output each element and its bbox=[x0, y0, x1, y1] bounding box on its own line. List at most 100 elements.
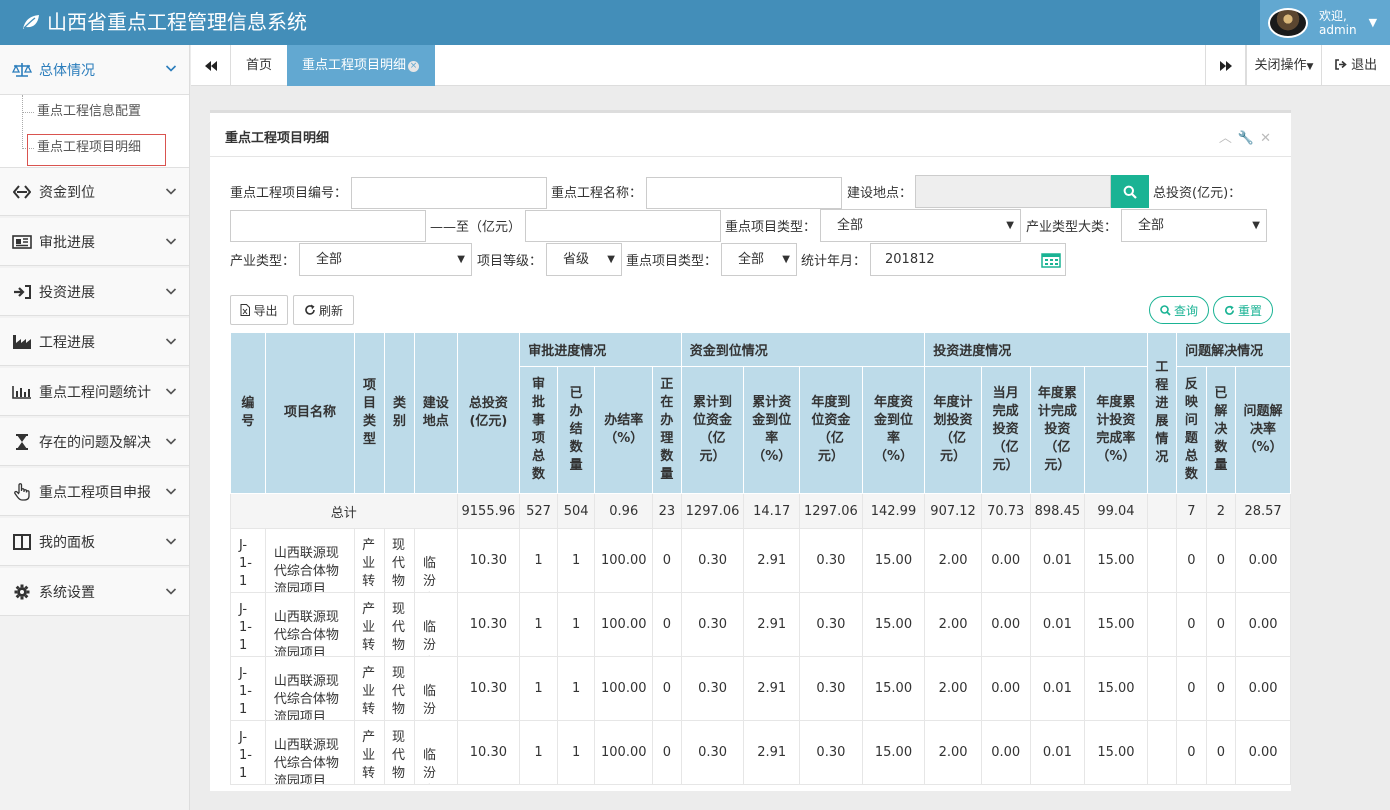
sidebar-item-8[interactable]: 重点工程项目申报 bbox=[0, 468, 189, 516]
project-type-select[interactable]: 全部 ▼ bbox=[820, 209, 1021, 242]
app-logo[interactable]: 山西省重点工程管理信息系统 bbox=[22, 8, 307, 36]
table-cell: 0.01 bbox=[1029, 656, 1086, 721]
collapse-icon[interactable]: ︿ bbox=[1219, 131, 1238, 146]
refresh-label: 刷新 bbox=[318, 303, 343, 318]
table-cell: 10.30 bbox=[456, 720, 521, 785]
logout-button[interactable]: 退出 bbox=[1321, 45, 1390, 86]
total-cell: 504 bbox=[556, 493, 596, 529]
tab-scroll-left-button[interactable] bbox=[191, 45, 231, 86]
table-cell: 0 bbox=[1176, 720, 1207, 785]
total-cell: 907.12 bbox=[924, 493, 982, 529]
sidebar-item-2[interactable]: 资金到位 bbox=[0, 168, 189, 216]
close-operations-dropdown[interactable]: 关闭操作▼ bbox=[1246, 45, 1321, 86]
reset-button[interactable]: 重置 bbox=[1213, 296, 1273, 324]
table-cell: 100.00 bbox=[594, 656, 654, 721]
location-input[interactable] bbox=[915, 175, 1111, 208]
project-level-select[interactable]: 省级 ▼ bbox=[546, 243, 622, 276]
submenu-item-config[interactable]: 重点工程信息配置 bbox=[37, 102, 141, 122]
table-cell: 2.91 bbox=[743, 656, 801, 721]
table-cell: 15.00 bbox=[1084, 592, 1148, 657]
tab-home[interactable]: 首页 bbox=[231, 45, 287, 86]
cell-category: 现代物 bbox=[392, 538, 406, 589]
col-name: 项目名称 bbox=[283, 405, 336, 420]
table-row[interactable]: J-1-12-山西联源现代综合体物流园项目产业转现代物临汾市10.3011100… bbox=[230, 720, 1291, 785]
sidebar-item-9[interactable]: 我的面板 bbox=[0, 518, 189, 566]
col-invest-month: 当月完成投资（亿元） bbox=[992, 386, 1019, 473]
export-button[interactable]: 导出 bbox=[230, 295, 288, 325]
refresh-button[interactable]: 刷新 bbox=[293, 295, 354, 325]
caret-down-icon: ▼ bbox=[1306, 62, 1314, 72]
col-issues-total: 反映问题总数 bbox=[1184, 377, 1198, 482]
stat-month-label: 统计年月： bbox=[801, 254, 867, 269]
search-icon bbox=[1160, 304, 1171, 316]
sidebar-item-4[interactable]: 投资进展 bbox=[0, 268, 189, 316]
project-type2-label: 重点项目类型： bbox=[626, 254, 718, 269]
table-cell: 0.00 bbox=[980, 528, 1031, 593]
total-invest-max-input[interactable] bbox=[525, 210, 721, 242]
close-ops-label: 关闭操作 bbox=[1254, 58, 1307, 73]
tab-project-detail[interactable]: 重点工程项目明细 × bbox=[287, 45, 435, 86]
sidebar-item-6[interactable]: 重点工程问题统计 bbox=[0, 368, 189, 416]
close-tab-icon[interactable]: × bbox=[408, 61, 420, 72]
query-button[interactable]: 查询 bbox=[1149, 296, 1209, 324]
project-name-input[interactable] bbox=[646, 177, 842, 209]
col-approval-total: 审批事项总数 bbox=[532, 377, 546, 482]
panel-title: 重点工程项目明细 bbox=[225, 131, 330, 146]
content-panel: 重点工程项目明细 ︿🔧✕ 重点工程项目编号： 重点工程名称： 建设地点： 总投资… bbox=[210, 110, 1291, 791]
total-cell: 0.96 bbox=[594, 493, 654, 529]
industry-type-select[interactable]: 全部 ▼ bbox=[299, 243, 472, 276]
col-project-type: 项目类型 bbox=[363, 378, 377, 447]
sidebar-item-5[interactable]: 工程进展 bbox=[0, 318, 189, 366]
project-name-label: 重点工程名称： bbox=[551, 186, 643, 201]
project-type2-select[interactable]: 全部 ▼ bbox=[721, 243, 797, 276]
columns-icon bbox=[11, 533, 33, 550]
table-cell: 0.01 bbox=[1029, 528, 1086, 593]
total-cell: 70.73 bbox=[980, 493, 1031, 529]
table-cell: 0 bbox=[1205, 656, 1237, 721]
sidebar-item-label: 我的面板 bbox=[39, 534, 95, 551]
location-search-button[interactable] bbox=[1111, 175, 1149, 208]
sidebar-item-label: 资金到位 bbox=[39, 184, 95, 201]
wrench-icon[interactable]: 🔧 bbox=[1238, 131, 1260, 146]
export-label: 导出 bbox=[253, 303, 278, 318]
project-level-label: 项目等级： bbox=[477, 254, 543, 269]
total-cell: 2 bbox=[1205, 493, 1237, 529]
table-row[interactable]: J-1-12-山西联源现代综合体物流园项目产业转现代物临汾市10.3011100… bbox=[230, 528, 1291, 593]
sidebar-item-3[interactable]: 审批进展 bbox=[0, 218, 189, 266]
table-cell bbox=[1146, 592, 1178, 657]
sidebar-item-label: 总体情况 bbox=[39, 62, 95, 79]
table-cell: 1 bbox=[556, 720, 596, 785]
cell-name: 山西联源现代综合体物流园项目 bbox=[273, 546, 339, 592]
sidebar-item-7[interactable]: 存在的问题及解决 bbox=[0, 418, 189, 466]
sidebar-item-label: 审批进展 bbox=[39, 234, 95, 251]
sidebar-item-10[interactable]: 系统设置 bbox=[0, 568, 189, 616]
col-funds-cum: 累计到位资金（亿元） bbox=[693, 395, 733, 464]
industry-major-select[interactable]: 全部 ▼ bbox=[1121, 209, 1267, 242]
panel-header: 重点工程项目明细 ︿🔧✕ bbox=[210, 113, 1291, 157]
cell-location: 临汾市 bbox=[422, 684, 436, 717]
chevron-down-icon bbox=[165, 185, 177, 197]
col-location: 建设地点 bbox=[422, 396, 449, 429]
project-table: 编号 项目名称 项目类型 类别 建设地点 总投资(亿元) 审批进度情况 资金到位… bbox=[230, 332, 1291, 785]
user-menu[interactable]: 欢迎, admin ▼ bbox=[1260, 0, 1390, 45]
close-icon[interactable]: ✕ bbox=[1260, 131, 1277, 146]
col-progress: 工程进展情况 bbox=[1155, 360, 1169, 465]
select-value: 全部 bbox=[738, 252, 765, 267]
chevron-down-icon bbox=[165, 585, 177, 597]
sidebar-item-1[interactable]: 总体情况 bbox=[0, 45, 189, 95]
table-cell: 0 bbox=[1176, 528, 1207, 593]
project-no-input[interactable] bbox=[351, 177, 547, 209]
col-issues-rate: 问题解决率（%） bbox=[1243, 404, 1283, 455]
stat-month-input[interactable]: 201812 bbox=[870, 243, 1066, 276]
cell-category: 现代物 bbox=[392, 602, 406, 653]
tab-bar: 首页 重点工程项目明细 × 关闭操作▼ 退出 bbox=[191, 45, 1390, 86]
sidebar-item-label: 重点工程问题统计 bbox=[39, 384, 151, 401]
table-row[interactable]: J-1-12-山西联源现代综合体物流园项目产业转现代物临汾市10.3011100… bbox=[230, 656, 1291, 721]
search-icon bbox=[1123, 185, 1137, 199]
tab-scroll-right-button[interactable] bbox=[1205, 45, 1246, 86]
chevron-down-icon bbox=[165, 285, 177, 297]
table-row[interactable]: J-1-12-山西联源现代综合体物流园项目产业转现代物临汾市10.3011100… bbox=[230, 592, 1291, 657]
col-category: 类别 bbox=[392, 396, 406, 429]
calendar-icon[interactable] bbox=[1041, 252, 1061, 268]
total-invest-min-input[interactable] bbox=[230, 210, 426, 242]
